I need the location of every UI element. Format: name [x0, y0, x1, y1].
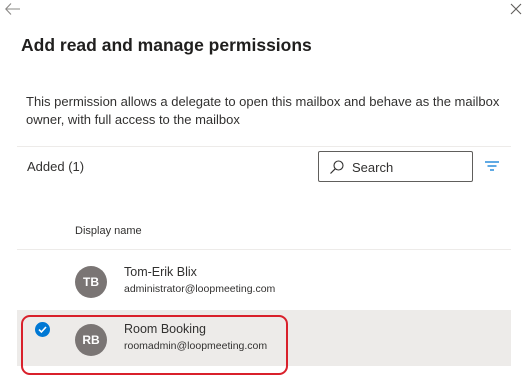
person-name: Tom-Erik Blix	[124, 265, 197, 279]
close-icon	[510, 3, 522, 15]
checkmark-icon	[38, 326, 47, 334]
person-email: roomadmin@loopmeeting.com	[124, 340, 268, 352]
table-row[interactable]: TB Tom-Erik Blix administrator@loopmeeti…	[17, 253, 511, 309]
person-email: administrator@loopmeeting.com	[124, 283, 276, 295]
search-box[interactable]	[318, 151, 473, 182]
close-button[interactable]	[508, 1, 524, 17]
column-header-display-name[interactable]: Display name	[75, 225, 142, 237]
back-button[interactable]	[4, 0, 22, 18]
search-icon	[330, 160, 344, 174]
divider	[17, 146, 511, 147]
avatar: RB	[75, 324, 107, 356]
filter-icon	[485, 161, 499, 171]
filter-button[interactable]	[483, 158, 501, 174]
search-input[interactable]	[352, 157, 467, 177]
panel-description: This permission allows a delegate to ope…	[26, 94, 500, 127]
person-name: Room Booking	[124, 322, 206, 336]
added-count-label: Added (1)	[27, 159, 85, 174]
panel-title: Add read and manage permissions	[21, 35, 312, 55]
divider	[17, 249, 511, 250]
avatar: TB	[75, 266, 107, 298]
back-arrow-icon	[5, 3, 20, 15]
row-checkbox[interactable]	[35, 322, 50, 337]
table-row[interactable]: RB Room Booking roomadmin@loopmeeting.co…	[17, 310, 511, 366]
